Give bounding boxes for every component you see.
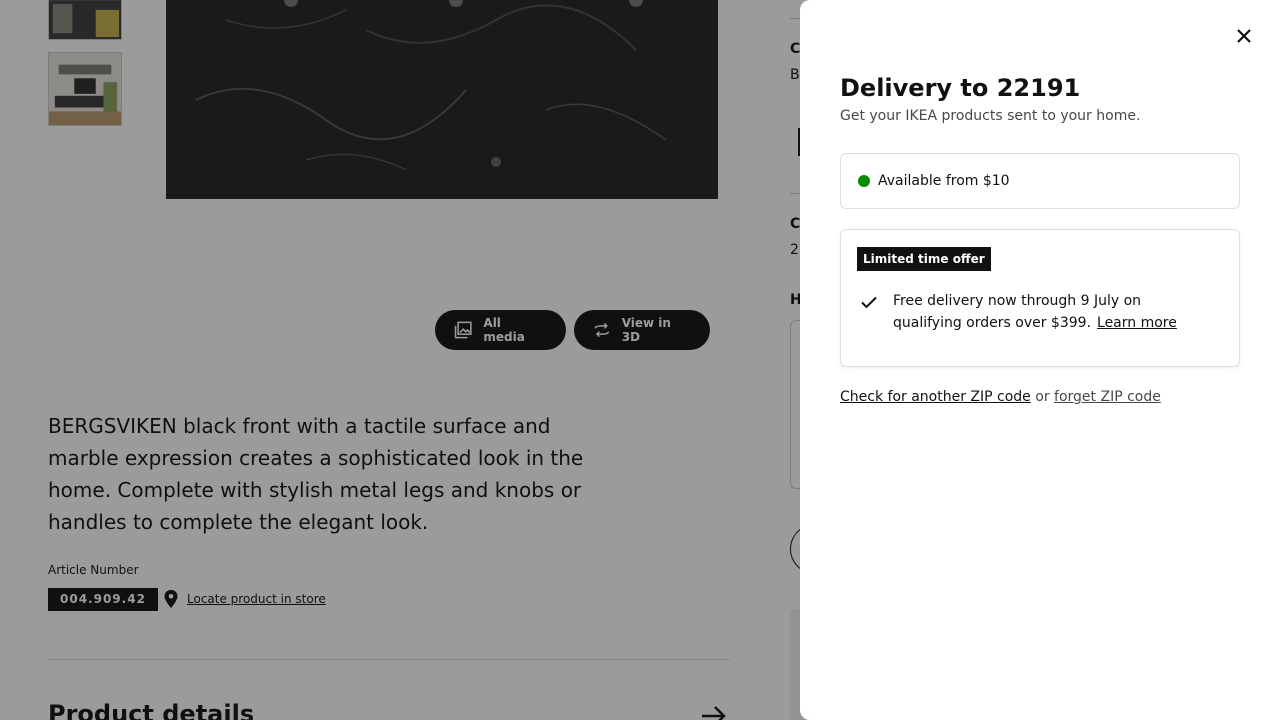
forget-zip-link[interactable]: forget ZIP code [1054, 389, 1161, 405]
zip-separator: or [1035, 389, 1050, 405]
check-icon [861, 296, 877, 309]
zip-actions: Check for another ZIP code or forget ZIP… [840, 389, 1161, 405]
availability-text: Available from $10 [878, 173, 1010, 189]
offer-card: Limited time offer Free delivery now thr… [840, 229, 1240, 367]
availability-card: Available from $10 [840, 153, 1240, 209]
limited-offer-badge: Limited time offer [857, 247, 991, 271]
learn-more-link[interactable]: Learn more [1097, 315, 1177, 331]
modal-subtitle: Get your IKEA products sent to your home… [840, 108, 1141, 124]
close-icon [1237, 29, 1251, 43]
modal-title: Delivery to 22191 [840, 74, 1081, 102]
availability-status-dot [858, 175, 870, 187]
offer-text: Free delivery now through 9 July on qual… [893, 290, 1213, 334]
close-button[interactable] [1228, 20, 1260, 52]
check-another-zip-link[interactable]: Check for another ZIP code [840, 389, 1031, 405]
